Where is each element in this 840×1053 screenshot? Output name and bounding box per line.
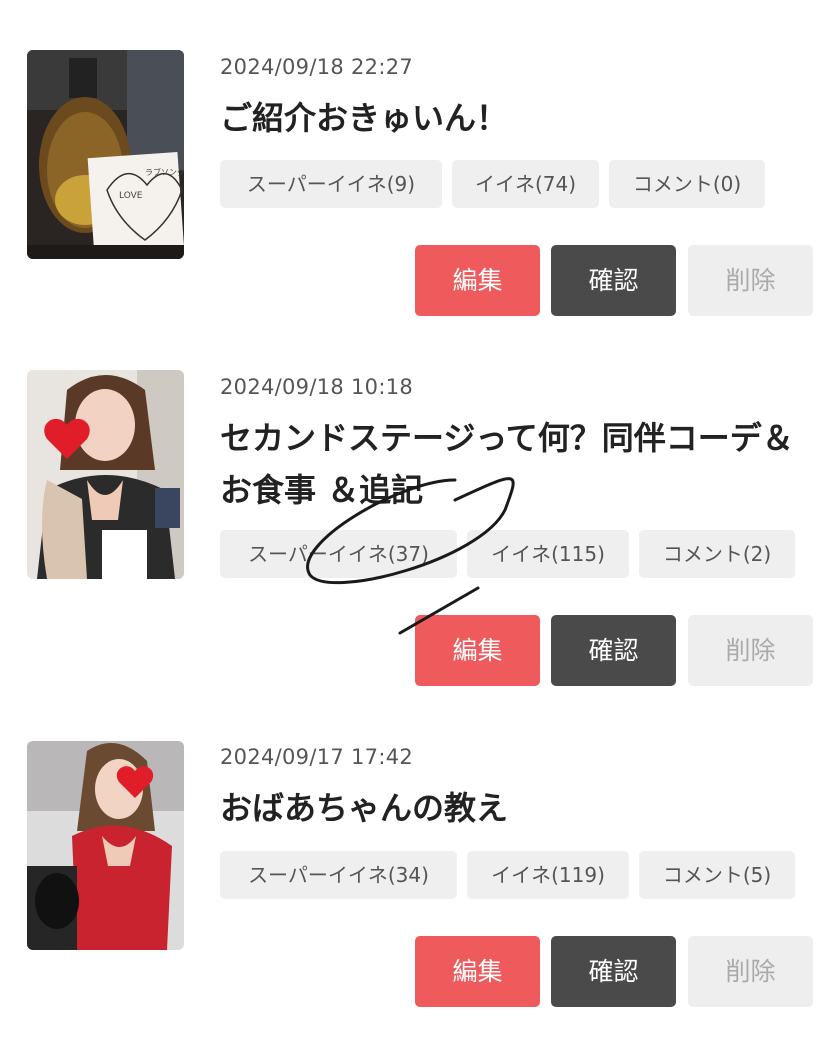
super-like-count: スーパーイイネ(37) [220, 530, 457, 578]
person-photo-icon [27, 741, 184, 950]
like-count: イイネ(119) [467, 851, 629, 899]
post-date: 2024/09/18 22:27 [220, 55, 414, 79]
edit-button[interactable]: 編集 [415, 936, 540, 1007]
delete-button[interactable]: 削除 [688, 936, 813, 1007]
post-actions: 編集 確認 削除 [0, 615, 840, 686]
edit-button[interactable]: 編集 [415, 615, 540, 686]
post-date: 2024/09/17 17:42 [220, 745, 414, 769]
bottle-photo-icon: LOVE ラブソング [27, 50, 184, 259]
edit-button[interactable]: 編集 [415, 245, 540, 316]
delete-button[interactable]: 削除 [688, 245, 813, 316]
svg-text:ラブソング: ラブソング [145, 167, 184, 177]
post-thumbnail[interactable] [27, 741, 184, 950]
post-actions: 編集 確認 削除 [0, 245, 840, 316]
delete-button[interactable]: 削除 [688, 615, 813, 686]
confirm-button[interactable]: 確認 [551, 615, 676, 686]
person-photo-icon [27, 370, 184, 579]
like-count: イイネ(74) [452, 160, 599, 208]
super-like-count: スーパーイイネ(34) [220, 851, 457, 899]
post-date: 2024/09/18 10:18 [220, 375, 414, 399]
comment-count: コメント(5) [639, 851, 795, 899]
confirm-button[interactable]: 確認 [551, 245, 676, 316]
confirm-button[interactable]: 確認 [551, 936, 676, 1007]
like-count: イイネ(115) [467, 530, 629, 578]
comment-count: コメント(0) [609, 160, 765, 208]
super-like-count: スーパーイイネ(9) [220, 160, 442, 208]
post-title[interactable]: ご紹介おきゅいん！ [220, 92, 810, 144]
post-thumbnail[interactable]: LOVE ラブソング [27, 50, 184, 259]
post-title[interactable]: セカンドステージって何？同伴コーデ＆お食事 ＆追記 [220, 412, 810, 516]
post-actions: 編集 確認 削除 [0, 936, 840, 1007]
post-thumbnail[interactable] [27, 370, 184, 579]
comment-count: コメント(2) [639, 530, 795, 578]
svg-text:LOVE: LOVE [119, 191, 143, 201]
post-title[interactable]: おばあちゃんの教え [220, 782, 810, 834]
